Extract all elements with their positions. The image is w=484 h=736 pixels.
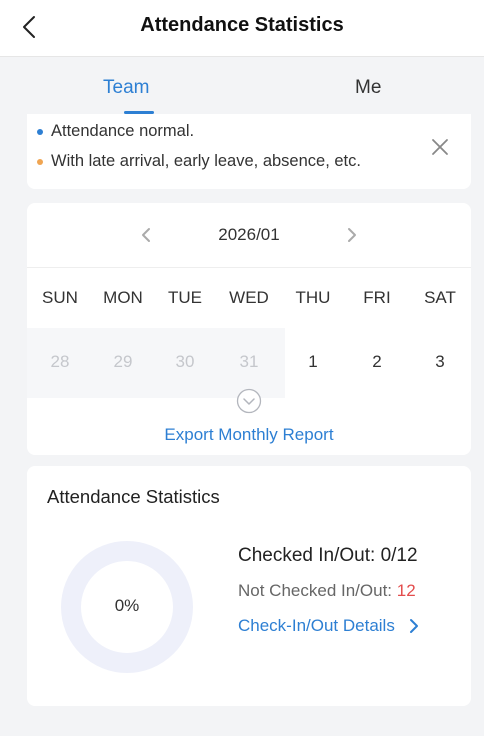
expand-calendar-button[interactable] [236, 388, 262, 414]
app-header: Attendance Statistics [0, 0, 484, 57]
unchecked-label: Not Checked In/Out: [238, 581, 393, 600]
calendar-day[interactable]: 28 [40, 352, 80, 372]
legend-item-normal: Attendance normal. [37, 122, 194, 141]
details-link-label: Check-In/Out Details [238, 616, 395, 635]
legend-item-label: With late arrival, early leave, absence,… [51, 152, 361, 170]
page-title: Attendance Statistics [140, 14, 344, 36]
attendance-percent-label: 0% [114, 596, 140, 615]
orange-dot-icon [37, 158, 43, 165]
weekday-label: MON [103, 288, 143, 307]
calendar-day[interactable]: 1 [293, 352, 333, 372]
legend-item-label: Attendance normal. [51, 122, 195, 140]
stats-title: Attendance Statistics [47, 486, 220, 507]
calendar-day[interactable]: 29 [103, 352, 143, 372]
calendar-day[interactable]: 31 [229, 352, 269, 372]
check-in-out-details-link[interactable]: Check-In/Out Details [238, 616, 421, 636]
weekday-label: FRI [363, 288, 391, 307]
tab-bar: Team Me [10, 57, 474, 114]
weekday-label: SAT [424, 288, 456, 307]
chevron-down-circle-icon [236, 388, 262, 414]
checked-in-out-summary: Checked In/Out: 0/12 [238, 545, 418, 567]
stats-card: Attendance Statistics 0% Checked In/Out:… [27, 466, 471, 706]
tab-me[interactable]: Me [355, 77, 381, 99]
weekday-header: SUN MON TUE WED THU FRI SAT [27, 268, 471, 328]
weekday-label: TUE [168, 288, 202, 307]
legend-item-abnormal: With late arrival, early leave, absence,… [37, 152, 361, 171]
close-legend-button[interactable] [431, 138, 449, 156]
calendar-day[interactable]: 3 [420, 352, 460, 372]
unchecked-value: 12 [396, 581, 416, 600]
close-icon [432, 139, 448, 155]
calendar-day[interactable]: 2 [357, 352, 397, 372]
weekday-label: THU [295, 288, 331, 307]
blue-dot-icon [37, 128, 43, 135]
month-navigator: 2026/01 [27, 203, 471, 268]
checked-label: Checked In/Out: [238, 545, 376, 566]
calendar-day[interactable]: 30 [165, 352, 205, 372]
not-checked-summary: Not Checked In/Out: 12 [238, 581, 416, 601]
tab-team[interactable]: Team [103, 77, 149, 99]
weekday-label: SUN [42, 288, 78, 307]
chevron-right-icon [409, 619, 418, 633]
checked-value: 0/12 [380, 545, 418, 566]
legend-banner: Attendance normal. With late arrival, ea… [27, 114, 471, 189]
calendar-card: 2026/01 SUN MON TUE WED THU FRI SAT 28 2… [27, 203, 471, 455]
weekday-label: WED [229, 288, 269, 307]
export-monthly-report-link[interactable]: Export Monthly Report [27, 425, 471, 445]
month-label: 2026/01 [218, 225, 280, 244]
next-month-button[interactable] [341, 225, 361, 245]
chevron-right-icon [348, 228, 356, 242]
